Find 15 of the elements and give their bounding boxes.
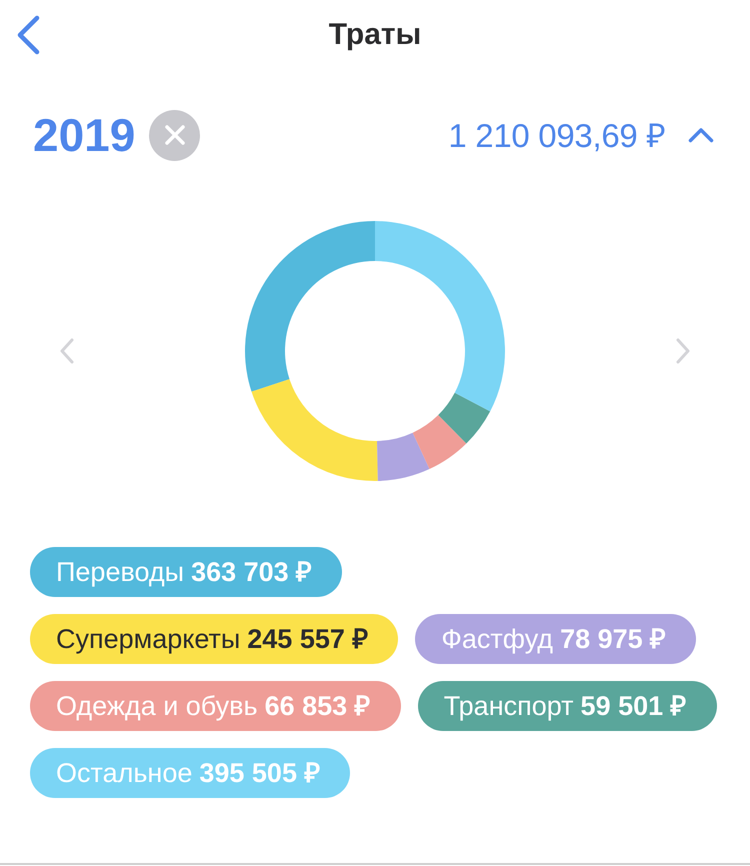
donut-slice bbox=[412, 415, 466, 470]
total-amount: 1 210 093,69 ₽ bbox=[448, 118, 665, 152]
category-chip[interactable]: Одежда и обувь 66 853 ₽ bbox=[30, 681, 401, 731]
chevron-left-icon bbox=[60, 338, 74, 364]
category-chip[interactable]: Фастфуд 78 975 ₽ bbox=[415, 614, 696, 664]
category-chip[interactable]: Транспорт 59 501 ₽ bbox=[418, 681, 717, 731]
category-chip[interactable]: Супермаркеты 245 557 ₽ bbox=[30, 614, 398, 664]
screen-title: Траты bbox=[328, 20, 422, 50]
chevron-up-icon bbox=[688, 127, 714, 143]
close-icon bbox=[164, 125, 185, 145]
year-label: 2019 bbox=[33, 112, 136, 158]
category-chip[interactable]: Переводы 363 703 ₽ bbox=[30, 547, 342, 597]
back-chevron-icon bbox=[16, 15, 40, 55]
chevron-right-icon bbox=[676, 338, 690, 364]
category-chip[interactable]: Остальное 395 505 ₽ bbox=[30, 748, 350, 798]
